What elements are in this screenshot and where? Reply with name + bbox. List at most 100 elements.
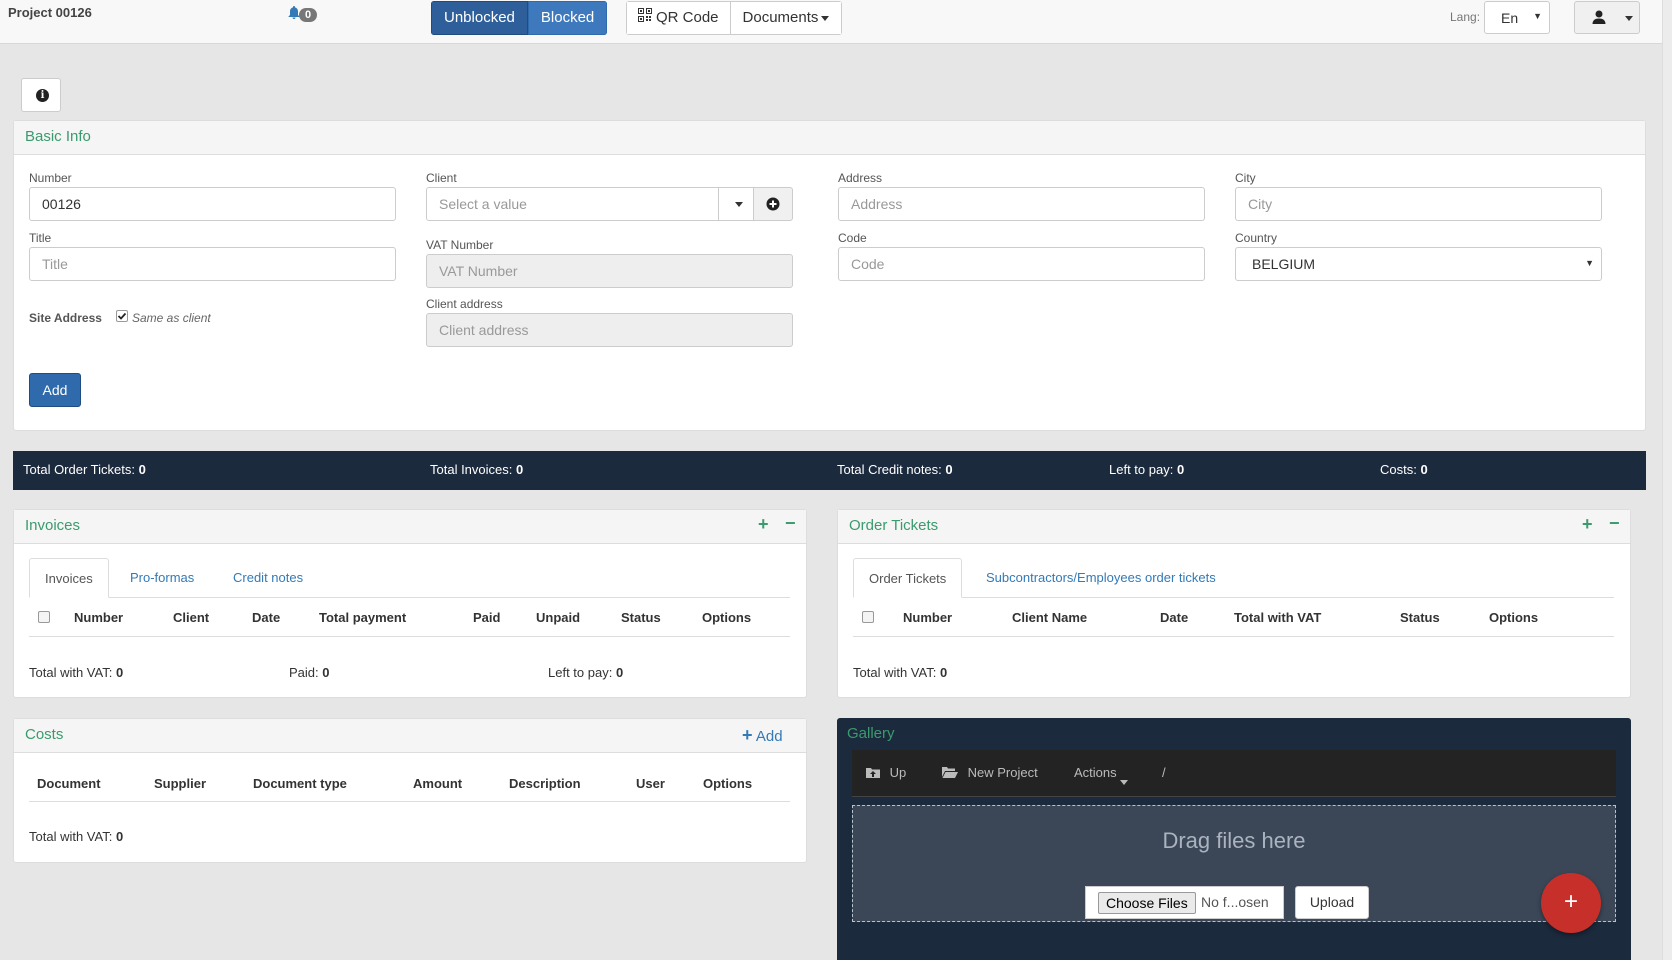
- lang-value: En: [1501, 10, 1519, 26]
- col-paid[interactable]: Paid: [473, 610, 500, 625]
- page-scrollbar[interactable]: [1662, 0, 1672, 960]
- actions-dropdown[interactable]: Actions: [1074, 765, 1128, 785]
- costs-panel: Costs + Add Document Supplier Document t…: [13, 718, 807, 863]
- title-input[interactable]: Title: [29, 247, 396, 281]
- col-client-name[interactable]: Client Name: [1012, 610, 1087, 625]
- qr-code-button[interactable]: QR Code: [626, 1, 731, 35]
- invoices-paid: Paid: 0: [289, 665, 330, 680]
- gallery-panel: Gallery Up New Project Actions / Drag fi…: [837, 718, 1631, 960]
- tab-subcontractors[interactable]: Subcontractors/Employees order tickets: [971, 558, 1231, 598]
- select-arrow-icon: ▼: [1533, 11, 1542, 21]
- file-drop-zone[interactable]: Drag files here Choose Files No f...osen…: [852, 805, 1616, 922]
- number-label: Number: [29, 171, 72, 185]
- number-input[interactable]: 00126: [29, 187, 396, 221]
- file-input[interactable]: Choose Files No f...osen: [1085, 886, 1284, 919]
- col-options[interactable]: Options: [702, 610, 751, 625]
- total-invoices: Total Invoices: 0: [430, 462, 524, 477]
- vat-label: VAT Number: [426, 238, 494, 252]
- collapse-minus-icon[interactable]: −: [1609, 513, 1620, 534]
- address-input[interactable]: Address: [838, 187, 1205, 221]
- total-order-tickets: Total Order Tickets: 0: [23, 462, 146, 477]
- info-icon: i: [36, 89, 49, 102]
- col-document-type[interactable]: Document type: [253, 776, 347, 791]
- code-label: Code: [838, 231, 867, 245]
- invoices-panel: Invoices + − Invoices Pro-formas Credit …: [13, 509, 807, 698]
- upload-button[interactable]: Upload: [1295, 886, 1369, 919]
- col-supplier[interactable]: Supplier: [154, 776, 206, 791]
- blocked-toggle-group: Unblocked Blocked: [431, 1, 608, 35]
- city-input[interactable]: City: [1235, 187, 1602, 221]
- up-button[interactable]: Up: [866, 765, 906, 780]
- col-amount[interactable]: Amount: [413, 776, 462, 791]
- qr-code-label: QR Code: [656, 9, 719, 26]
- city-label: City: [1235, 171, 1256, 185]
- no-file-label: No f...osen: [1201, 894, 1269, 910]
- basic-info-title: Basic Info: [14, 121, 1645, 155]
- col-status[interactable]: Status: [1400, 610, 1440, 625]
- col-total-with-vat[interactable]: Total with VAT: [1234, 610, 1321, 625]
- col-options[interactable]: Options: [1489, 610, 1538, 625]
- documents-label: Documents: [742, 9, 819, 26]
- add-fab-button[interactable]: +: [1541, 873, 1601, 933]
- total-credit-notes: Total Credit notes: 0: [837, 462, 953, 477]
- invoices-total-vat: Total with VAT: 0: [29, 665, 124, 680]
- gallery-toolbar: Up New Project Actions /: [852, 750, 1616, 797]
- add-cost-button[interactable]: + Add: [742, 725, 783, 746]
- caret-down-icon: [1625, 16, 1633, 21]
- col-date[interactable]: Date: [1160, 610, 1188, 625]
- vat-input[interactable]: VAT Number: [426, 254, 793, 288]
- col-number[interactable]: Number: [903, 610, 952, 625]
- col-number[interactable]: Number: [74, 610, 123, 625]
- user-menu-button[interactable]: [1574, 1, 1640, 34]
- costs-total-vat: Total with VAT: 0: [29, 829, 124, 844]
- col-user[interactable]: User: [636, 776, 665, 791]
- lang-select[interactable]: En ▼: [1484, 1, 1550, 34]
- user-icon: [1592, 10, 1606, 24]
- choose-files-button[interactable]: Choose Files: [1098, 892, 1196, 914]
- gallery-path: /: [1162, 765, 1166, 780]
- unblocked-button[interactable]: Unblocked: [431, 1, 528, 35]
- country-label: Country: [1235, 231, 1278, 245]
- total-left-to-pay: Left to pay: 0: [1109, 462, 1185, 477]
- col-status[interactable]: Status: [621, 610, 661, 625]
- collapse-minus-icon[interactable]: −: [785, 513, 796, 534]
- costs-title: Costs: [14, 719, 806, 753]
- expand-plus-icon[interactable]: +: [1582, 514, 1593, 535]
- tab-order-tickets[interactable]: Order Tickets: [853, 558, 963, 598]
- folder-up-icon: [866, 768, 880, 778]
- col-date[interactable]: Date: [252, 610, 280, 625]
- col-total-payment[interactable]: Total payment: [319, 610, 406, 625]
- col-description[interactable]: Description: [509, 776, 581, 791]
- plus-icon: +: [742, 725, 753, 745]
- select-arrow-icon: ▼: [1585, 258, 1594, 268]
- info-button[interactable]: i: [21, 78, 61, 112]
- col-document[interactable]: Document: [37, 776, 101, 791]
- caret-down-icon: [1119, 780, 1128, 785]
- expand-plus-icon[interactable]: +: [758, 514, 769, 535]
- client-select[interactable]: Select a value: [426, 187, 719, 221]
- document-actions-group: QR Code Documents: [626, 1, 843, 35]
- new-project-button[interactable]: New Project: [942, 765, 1038, 780]
- country-select[interactable]: BELGIUM ▼: [1235, 247, 1602, 281]
- country-value: BELGIUM: [1252, 256, 1316, 272]
- col-client[interactable]: Client: [173, 610, 209, 625]
- add-client-button[interactable]: [753, 187, 793, 221]
- code-input[interactable]: Code: [838, 247, 1205, 281]
- blocked-button[interactable]: Blocked: [527, 1, 608, 35]
- title-label: Title: [29, 231, 52, 245]
- tab-credit-notes[interactable]: Credit notes: [218, 558, 318, 598]
- documents-dropdown[interactable]: Documents: [730, 1, 843, 35]
- order-tickets-title: Order Tickets: [838, 510, 1630, 544]
- tab-pro-formas[interactable]: Pro-formas: [115, 558, 209, 598]
- col-options[interactable]: Options: [703, 776, 752, 791]
- tab-invoices[interactable]: Invoices: [29, 558, 109, 598]
- select-all-checkbox[interactable]: [38, 611, 50, 623]
- notifications-badge[interactable]: 0: [299, 8, 318, 22]
- select-all-checkbox[interactable]: [862, 611, 874, 623]
- client-dropdown-toggle[interactable]: [718, 187, 754, 221]
- client-address-input[interactable]: Client address: [426, 313, 793, 347]
- same-as-client-checkbox[interactable]: [116, 310, 128, 322]
- add-button[interactable]: Add: [29, 373, 81, 407]
- col-unpaid[interactable]: Unpaid: [536, 610, 580, 625]
- same-as-client-label: Same as client: [132, 311, 211, 325]
